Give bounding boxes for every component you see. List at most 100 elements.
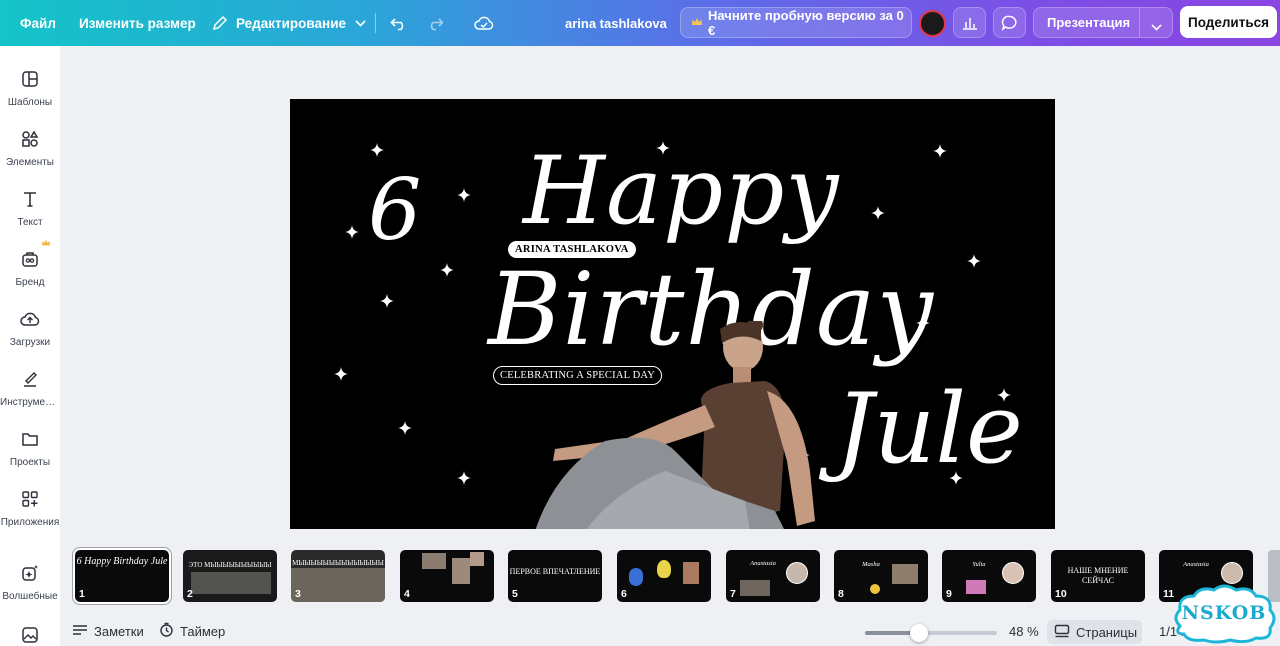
page-thumbnail-title: НАШЕ МНЕНИЕ СЕЙЧАС (1067, 566, 1129, 585)
page-thumbnail[interactable]: 6 Happy Birthday Jule 1 (73, 548, 171, 604)
thumbnail-photo (1221, 562, 1243, 584)
image-icon (19, 624, 41, 646)
present-chevron-icon[interactable] (1151, 19, 1162, 34)
share-label: Поделиться (1187, 14, 1270, 30)
page-thumbnail[interactable]: 6 (617, 550, 711, 602)
elements-icon (19, 128, 41, 150)
sidebar-item-uploads[interactable]: Загрузки (0, 300, 60, 358)
sidebar-item-label: Элементы (6, 157, 54, 168)
share-button[interactable]: Поделиться (1180, 6, 1277, 38)
page-thumbnail[interactable]: ЭТО МЫЫЫЫЫЫЫЫЫЫ 2 (183, 550, 277, 602)
woman-photo[interactable] (515, 321, 855, 529)
page-number: 2 (187, 588, 193, 600)
page-number: 3 (295, 588, 301, 600)
folder-icon (19, 428, 41, 450)
sidebar-item-projects[interactable]: Проекты (0, 420, 60, 478)
page-thumbnail[interactable]: Yulia 9 (942, 550, 1036, 602)
sidebar-item-label: Инструменты (0, 397, 60, 408)
text-icon (19, 188, 41, 210)
comment-icon[interactable] (993, 7, 1026, 38)
owner-name-text: arina tashlakova (565, 15, 667, 31)
color-swatch[interactable] (919, 0, 946, 46)
page-thumbnail[interactable]: ПЕРВОЕ ВПЕЧАТЛЕНИЕ 5 (508, 550, 602, 602)
pages-strip: 6 Happy Birthday Jule 1 ЭТО МЫЫЫЫЫЫЫЫЫЫ … (60, 540, 1280, 608)
page-thumbnail-title: МЫЫЫЫЫЫЫЫЫЫЫЫЫЫ (292, 559, 384, 567)
sidebar-item-label: Бренд (15, 277, 45, 288)
undo-icon[interactable] (390, 0, 408, 46)
thumbnail-photo (291, 568, 385, 602)
page-thumbnail[interactable]: Anastasia 7 (726, 550, 820, 602)
resize-label: Изменить размер (79, 15, 196, 31)
timer-button[interactable]: Таймер (159, 616, 225, 646)
present-label: Презентация (1047, 15, 1131, 30)
crown-icon (41, 234, 51, 252)
pencil-icon (212, 15, 228, 31)
page-number: 9 (946, 588, 952, 600)
document-owner-name[interactable]: arina tashlakova (565, 0, 667, 46)
thumbnail-photo (786, 562, 808, 584)
page-thumbnail-title: ПЕРВОЕ ВПЕЧАТЛЕНИЕ (509, 567, 601, 576)
trial-button[interactable]: Начните пробную версию за 0 € (680, 7, 912, 38)
sidebar-item-label: Волшебные (2, 591, 58, 602)
cloud-check-icon[interactable] (474, 0, 494, 46)
sidebar-item-label: Загрузки (9, 337, 51, 348)
sidebar-item-apps[interactable]: Приложения (0, 480, 60, 538)
notes-icon (72, 624, 88, 639)
resize-button[interactable]: Изменить размер (79, 0, 196, 46)
page-thumbnail[interactable]: НАШЕ МНЕНИЕ СЕЙЧАС 10 (1051, 550, 1145, 602)
sidebar-item-label: Приложения (0, 517, 60, 528)
watermark-text: NSKOB (1181, 602, 1267, 624)
slide-number-text[interactable]: 6 (368, 161, 421, 259)
toolbar-divider (375, 13, 376, 33)
page-number: 8 (838, 588, 844, 600)
sidebar-item-tools[interactable]: Инструменты (0, 360, 60, 418)
thumbnail-photo (470, 552, 484, 566)
file-menu[interactable]: Файл (20, 0, 56, 46)
zoom-slider-handle[interactable] (910, 624, 929, 642)
sidebar-item-text[interactable]: Текст (0, 180, 60, 238)
thumbnail-sticker (870, 584, 880, 594)
slide-happy-text[interactable]: Happy (523, 137, 839, 246)
templates-icon (19, 68, 41, 90)
notes-label: Заметки (94, 623, 144, 639)
slide-canvas[interactable]: 6 Happy Birthday Jule ARINA TASHLAKOVA C… (290, 99, 1055, 529)
sidebar-item-brand[interactable]: Бренд (0, 239, 60, 298)
crown-icon (691, 15, 703, 30)
thumbnail-photo (1002, 562, 1024, 584)
bar-chart-icon[interactable] (953, 7, 986, 38)
bottom-bar: Заметки Таймер 48 % Страницы 1/14 (60, 616, 1280, 646)
page-number: 6 (621, 588, 627, 600)
timer-icon (159, 622, 174, 640)
thumbnail-sticker (629, 568, 643, 586)
pages-button[interactable]: Страницы (1047, 620, 1142, 644)
sidebar-item-templates[interactable]: Шаблоны (0, 60, 60, 118)
thumbnail-sticker (657, 560, 671, 578)
magic-icon (19, 562, 41, 584)
page-thumbnail-title: 6 Happy Birthday Jule (76, 556, 168, 567)
zoom-slider[interactable] (865, 624, 997, 642)
top-toolbar: Файл Изменить размер Редактирование arin… (0, 0, 1280, 46)
page-thumbnail[interactable]: 4 (400, 550, 494, 602)
notes-button[interactable]: Заметки (72, 616, 144, 646)
sidebar-item-photos[interactable] (0, 616, 60, 646)
author-tag[interactable]: ARINA TASHLAKOVA (508, 241, 636, 258)
page-thumbnail[interactable]: Masha 8 (834, 550, 928, 602)
sidebar-item-elements[interactable]: Элементы (0, 120, 60, 178)
sidebar-item-magic[interactable]: Волшебные (0, 554, 60, 612)
zoom-level-text: 48 % (1009, 623, 1039, 639)
file-menu-label: Файл (20, 15, 56, 31)
zoom-level[interactable]: 48 % (1009, 616, 1039, 646)
present-button[interactable]: Презентация (1033, 7, 1173, 38)
sidebar-item-label: Проекты (9, 457, 51, 468)
chevron-down-icon (355, 19, 366, 27)
thumbnail-photo (452, 558, 470, 584)
draw-tools-icon (19, 368, 41, 390)
sidebar-item-label: Текст (17, 217, 43, 228)
nskob-watermark-logo: NSKOB (1170, 584, 1278, 644)
sidebar-item-label: Шаблоны (7, 97, 53, 108)
slide-name-text[interactable]: Jule (835, 373, 1023, 485)
redo-icon[interactable] (426, 0, 444, 46)
edit-mode-dropdown[interactable]: Редактирование (212, 0, 366, 46)
page-number: 7 (730, 588, 736, 600)
page-thumbnail[interactable]: МЫЫЫЫЫЫЫЫЫЫЫЫЫЫ 3 (291, 550, 385, 602)
